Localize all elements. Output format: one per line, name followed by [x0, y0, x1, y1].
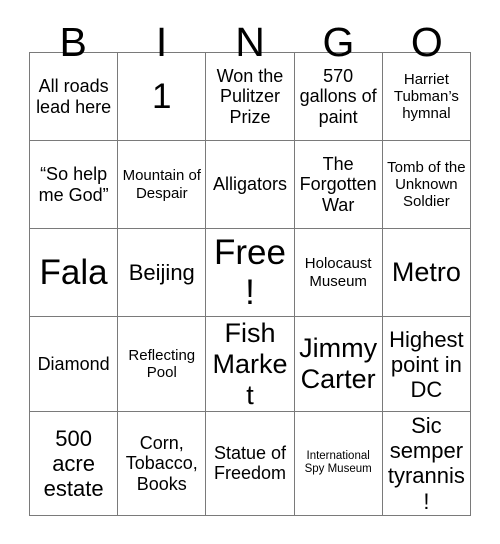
bingo-card: B I N G O All roads lead here 1 Won the …	[0, 0, 500, 544]
bingo-cell[interactable]: Reflecting Pool	[117, 315, 207, 413]
bingo-cell[interactable]: The Forgotten War	[293, 140, 383, 229]
bingo-row: All roads lead here 1 Won the Pulitzer P…	[28, 52, 472, 141]
bingo-cell-free[interactable]: Free!	[205, 228, 295, 317]
bingo-cell[interactable]: Holocaust Museum	[293, 228, 383, 317]
bingo-grid: All roads lead here 1 Won the Pulitzer P…	[28, 52, 472, 516]
bingo-header: B I N G O	[29, 0, 471, 65]
bingo-cell[interactable]: Mountain of Despair	[117, 140, 207, 229]
bingo-cell[interactable]: Beijing	[117, 228, 207, 317]
bingo-cell[interactable]: Sic semper tyrannis!	[381, 411, 472, 516]
bingo-cell[interactable]: Statue of Freedom	[205, 411, 295, 516]
bingo-row: “So help me God” Mountain of Despair All…	[28, 140, 472, 229]
bingo-row: Diamond Reflecting Pool Fish Market Jimm…	[28, 315, 472, 413]
bingo-cell[interactable]: Metro	[381, 228, 472, 317]
bingo-cell[interactable]: “So help me God”	[28, 140, 119, 229]
bingo-header-letter-b: B	[59, 19, 87, 65]
bingo-cell[interactable]: 500 acre estate	[28, 411, 119, 516]
bingo-cell[interactable]: 570 gallons of paint	[293, 52, 383, 141]
bingo-cell[interactable]: 1	[117, 52, 207, 141]
bingo-cell[interactable]: All roads lead here	[28, 52, 119, 141]
bingo-header-letter-o: O	[410, 19, 443, 65]
bingo-cell[interactable]: Won the Pulitzer Prize	[205, 52, 295, 141]
bingo-cell[interactable]: Jimmy Carter	[293, 315, 383, 413]
bingo-header-letter-i: I	[155, 19, 168, 65]
bingo-header-letter-g: G	[322, 19, 355, 65]
bingo-row: Fala Beijing Free! Holocaust Museum Metr…	[28, 228, 472, 317]
bingo-cell[interactable]: Alligators	[205, 140, 295, 229]
bingo-cell[interactable]: Harriet Tubman’s hymnal	[381, 52, 472, 141]
bingo-row: 500 acre estate Corn, Tobacco, Books Sta…	[28, 411, 472, 516]
bingo-cell[interactable]: Corn, Tobacco, Books	[117, 411, 207, 516]
bingo-cell[interactable]: Diamond	[28, 315, 119, 413]
bingo-header-letter-n: N	[235, 19, 265, 65]
bingo-cell[interactable]: Fala	[28, 228, 119, 317]
bingo-cell[interactable]: Highest point in DC	[381, 315, 472, 413]
bingo-cell[interactable]: Tomb of the Unknown Soldier	[381, 140, 472, 229]
bingo-cell[interactable]: Fish Market	[205, 315, 295, 413]
bingo-cell[interactable]: International Spy Museum	[293, 411, 383, 516]
